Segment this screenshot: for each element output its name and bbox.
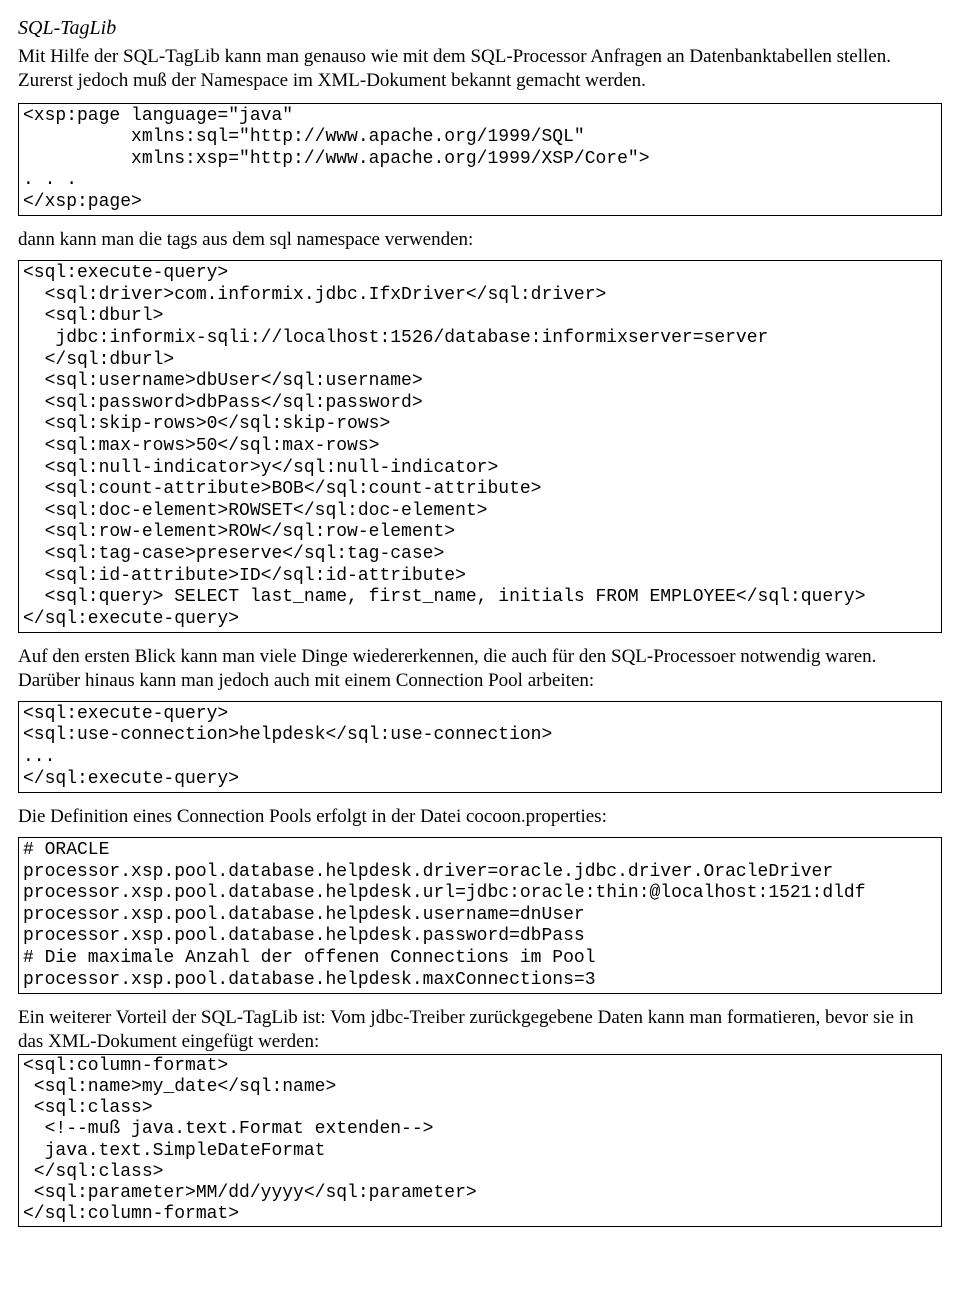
code-block-execute-query: <sql:execute-query> <sql:driver>com.info… [18,260,942,633]
paragraph-column-format: Ein weiterer Vorteil der SQL-TagLib ist:… [18,1006,942,1054]
paragraph-connection-pool: Auf den ersten Blick kann man viele Ding… [18,645,942,693]
paragraph-cocoon-properties: Die Definition eines Connection Pools er… [18,805,942,829]
code-block-namespace: <xsp:page language="java" xmlns:sql="htt… [18,103,942,217]
paragraph-after-namespace: dann kann man die tags aus dem sql names… [18,228,942,252]
code-block-column-format: <sql:column-format> <sql:name>my_date</s… [18,1054,942,1228]
code-block-properties: # ORACLE processor.xsp.pool.database.hel… [18,837,942,994]
intro-paragraph: Mit Hilfe der SQL-TagLib kann man genaus… [18,45,942,93]
section-heading: SQL-TagLib [18,16,942,41]
code-block-use-connection: <sql:execute-query> <sql:use-connection>… [18,701,942,793]
